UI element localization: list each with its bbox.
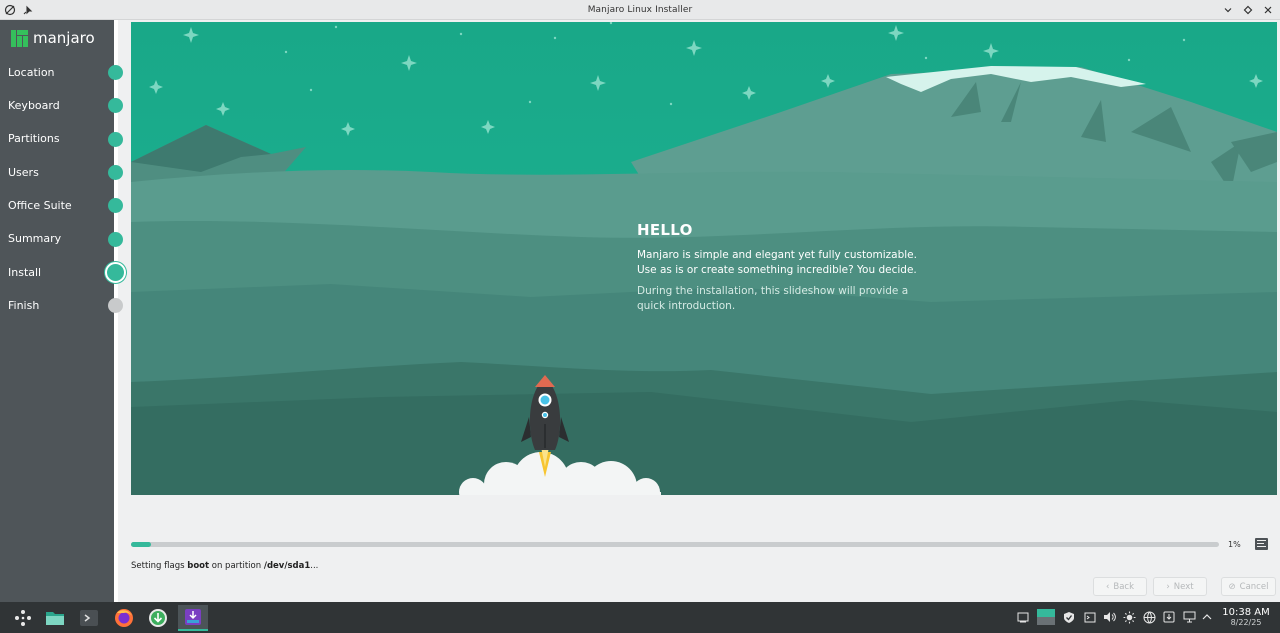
step-users: Users: [8, 166, 39, 179]
step-office-suite: Office Suite: [8, 199, 72, 212]
step-keyboard: Keyboard: [8, 99, 60, 112]
step-partitions: Partitions: [8, 132, 60, 145]
software-update-icon[interactable]: [147, 607, 169, 629]
install-progress-bar: [131, 542, 1219, 547]
back-button-label: Back: [1113, 581, 1135, 592]
window-titlebar: Manjaro Linux Installer: [0, 0, 1280, 20]
step-dot-keyboard: [108, 98, 123, 113]
slide-text: HELLO Manjaro is simple and elegant yet …: [637, 221, 937, 314]
firefox-icon[interactable]: [113, 607, 135, 629]
chevron-up-icon[interactable]: [1200, 610, 1214, 624]
next-button[interactable]: › Next: [1153, 577, 1207, 596]
updates-tray-icon[interactable]: [1162, 610, 1176, 624]
slide-body-line1: Manjaro is simple and elegant yet fully …: [637, 249, 917, 261]
slide-title: HELLO: [637, 221, 693, 239]
chevron-right-icon: ›: [1166, 581, 1170, 592]
slide-sub-line1: During the installation, this slideshow …: [637, 285, 909, 297]
step-summary: Summary: [8, 232, 62, 245]
network-globe-icon[interactable]: [1142, 610, 1156, 624]
manjaro-logo: manjaro: [11, 29, 95, 47]
security-shield-icon[interactable]: [1062, 610, 1076, 624]
window-title: Manjaro Linux Installer: [587, 4, 693, 15]
slide-body-line2: Use as is or create something incredible…: [637, 264, 917, 276]
logo-text: manjaro: [33, 29, 95, 47]
status-text: Setting flags boot on partition /dev/sda…: [131, 561, 319, 571]
installer-taskbar-icon[interactable]: [178, 605, 208, 631]
system-clock[interactable]: 10:38 AM 8/22/25: [1216, 607, 1276, 627]
pager-icon[interactable]: [1037, 608, 1055, 626]
step-dot-office-suite: [108, 198, 123, 213]
step-install: Install: [8, 266, 42, 279]
step-dot-install: [105, 262, 126, 283]
maximize-icon[interactable]: [1242, 3, 1254, 16]
close-icon[interactable]: [1262, 3, 1274, 16]
next-button-label: Next: [1173, 581, 1194, 592]
clipboard-terminal-icon[interactable]: [1083, 610, 1097, 624]
step-dot-partitions: [108, 132, 123, 147]
cancel-icon: ⊘: [1228, 581, 1236, 592]
file-manager-icon[interactable]: [44, 607, 66, 629]
app-menu-icon[interactable]: [4, 3, 16, 16]
show-desktop-icon[interactable]: [1016, 610, 1030, 624]
install-progress-fill: [131, 542, 151, 547]
minimize-icon[interactable]: [1222, 3, 1234, 16]
brightness-icon[interactable]: [1122, 610, 1136, 624]
back-button[interactable]: ‹ Back: [1093, 577, 1147, 596]
display-config-icon[interactable]: [1182, 610, 1196, 624]
clock-time: 10:38 AM: [1222, 607, 1270, 618]
taskbar: 10:38 AM 8/22/25: [0, 602, 1280, 633]
toggle-log-button[interactable]: [1255, 538, 1268, 550]
step-location: Location: [8, 66, 55, 79]
step-dot-users: [108, 165, 123, 180]
chevron-left-icon: ‹: [1105, 581, 1110, 592]
sidebar: manjaro Location Keyboard Partitions Use…: [0, 20, 114, 602]
progress-percent: 1%: [1228, 540, 1241, 549]
volume-icon[interactable]: [1102, 610, 1116, 624]
step-dot-finish: [108, 298, 123, 313]
step-finish: Finish: [8, 299, 40, 312]
slideshow: HELLO Manjaro is simple and elegant yet …: [131, 22, 1277, 495]
step-dot-summary: [108, 232, 123, 247]
step-dot-location: [108, 65, 123, 80]
slide-sub-line2: quick introduction.: [637, 300, 736, 312]
pin-icon[interactable]: [22, 3, 34, 16]
terminal-icon[interactable]: [78, 607, 100, 629]
app-launcher-icon[interactable]: [12, 607, 34, 629]
cancel-button-label: Cancel: [1239, 581, 1269, 592]
cancel-button[interactable]: ⊘ Cancel: [1221, 577, 1276, 596]
manjaro-logo-icon: [11, 29, 28, 47]
clock-date: 8/22/25: [1230, 618, 1262, 627]
